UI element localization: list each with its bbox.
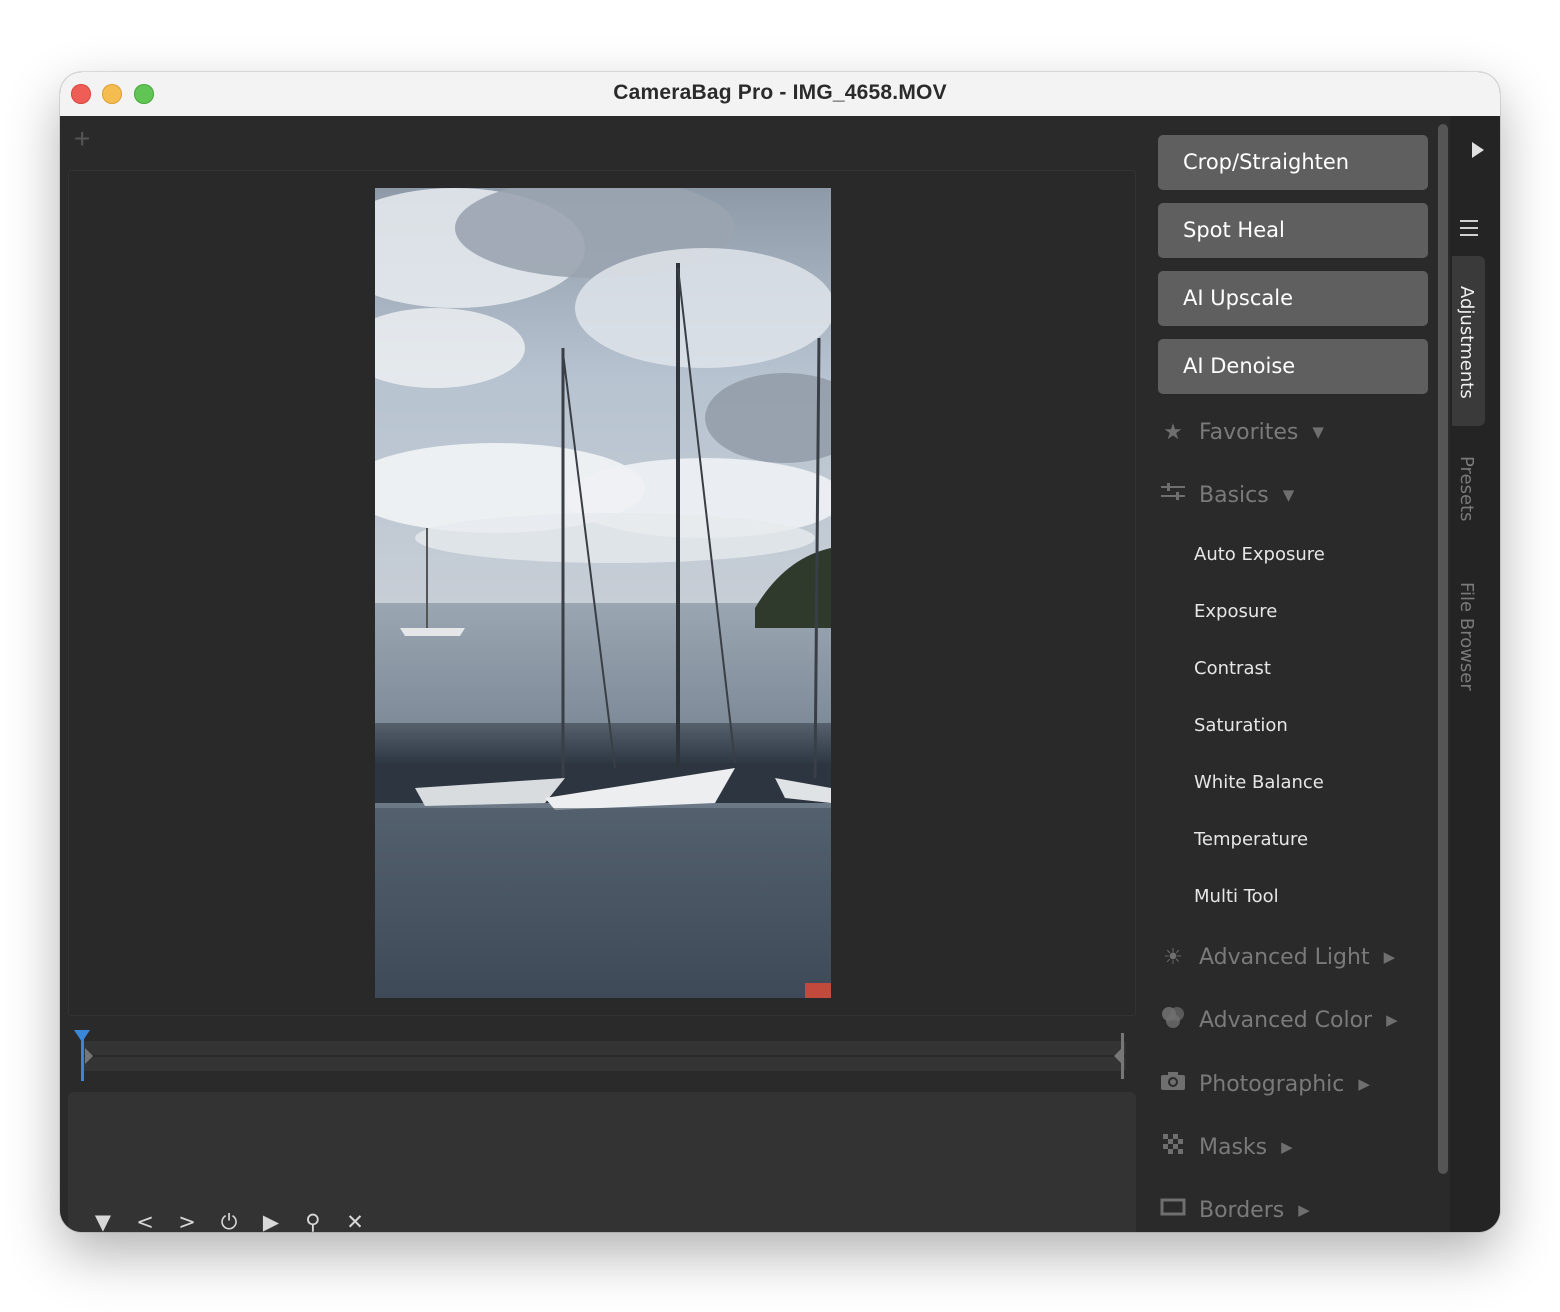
search-icon[interactable]: ⚲ bbox=[292, 1210, 334, 1232]
basics-item-white-balance[interactable]: White Balance bbox=[1194, 772, 1324, 793]
collapse-panel-arrow-icon[interactable] bbox=[1472, 142, 1484, 158]
basics-item-temperature[interactable]: Temperature bbox=[1194, 829, 1308, 850]
basics-item-auto-exposure[interactable]: Auto Exposure bbox=[1194, 544, 1325, 565]
close-icon[interactable]: ✕ bbox=[334, 1210, 376, 1232]
chevron-right-icon: ▶ bbox=[1281, 1138, 1293, 1156]
section-borders-label: Borders bbox=[1199, 1197, 1285, 1223]
section-borders[interactable]: Borders ▶ bbox=[1159, 1190, 1310, 1230]
star-icon: ★ bbox=[1163, 419, 1183, 445]
tab-adjustments-label[interactable]: Adjustments bbox=[1456, 286, 1477, 399]
title-bar: CameraBag Pro - IMG_4658.MOV bbox=[60, 72, 1500, 117]
section-photographic[interactable]: Photographic ▶ bbox=[1159, 1064, 1370, 1104]
play-icon[interactable]: ▶ bbox=[250, 1210, 292, 1232]
section-advanced-light-label: Advanced Light bbox=[1199, 944, 1370, 970]
basics-item-multi-tool[interactable]: Multi Tool bbox=[1194, 886, 1279, 907]
ai-upscale-button[interactable]: AI Upscale bbox=[1158, 271, 1428, 326]
video-frame-image bbox=[375, 188, 831, 998]
previous-icon[interactable]: < bbox=[124, 1210, 166, 1232]
timeline-divider bbox=[82, 1055, 1126, 1057]
basics-item-contrast[interactable]: Contrast bbox=[1194, 658, 1271, 679]
trim-end-arrow-icon bbox=[1114, 1048, 1122, 1064]
hamburger-menu-icon[interactable] bbox=[1460, 220, 1478, 241]
video-timeline[interactable] bbox=[68, 1030, 1136, 1081]
right-sidebar: Adjustments Presets File Browser bbox=[1450, 116, 1500, 1232]
section-basics[interactable]: Basics ▼ bbox=[1159, 475, 1294, 515]
section-masks[interactable]: Masks ▶ bbox=[1159, 1127, 1293, 1167]
tab-presets[interactable]: Presets bbox=[1456, 456, 1477, 522]
section-advanced-light[interactable]: ☀ Advanced Light ▶ bbox=[1159, 937, 1395, 977]
chevron-right-icon: ▶ bbox=[1298, 1201, 1310, 1219]
chevron-down-icon: ▼ bbox=[1282, 486, 1295, 504]
section-favorites-label: Favorites bbox=[1199, 419, 1299, 445]
plus-icon[interactable]: + bbox=[74, 122, 90, 156]
playhead-marker-icon[interactable] bbox=[74, 1030, 90, 1042]
trim-start-handle[interactable] bbox=[85, 1048, 93, 1064]
chevron-right-icon: ▶ bbox=[1358, 1075, 1370, 1093]
border-frame-icon bbox=[1159, 1197, 1187, 1223]
chevron-right-icon: ▶ bbox=[1386, 1011, 1398, 1029]
camera-icon bbox=[1159, 1070, 1187, 1098]
dropdown-triangle-icon[interactable]: ▼ bbox=[82, 1210, 124, 1232]
basics-item-saturation[interactable]: Saturation bbox=[1194, 715, 1288, 736]
sliders-icon bbox=[1159, 481, 1187, 509]
crop-straighten-button[interactable]: Crop/Straighten bbox=[1158, 135, 1428, 190]
section-advanced-color[interactable]: Advanced Color ▶ bbox=[1159, 1000, 1398, 1040]
adjustment-strip: ▼ < > ⏻ ▶ ⚲ ✕ bbox=[68, 1092, 1136, 1232]
section-basics-label: Basics bbox=[1199, 482, 1269, 508]
app-window: CameraBag Pro - IMG_4658.MOV + ▼ < > ⏻ ▶… bbox=[60, 72, 1500, 1232]
chevron-right-icon: ▶ bbox=[1383, 948, 1396, 966]
image-viewer[interactable] bbox=[68, 170, 1136, 1016]
chevron-down-icon: ▼ bbox=[1312, 423, 1324, 441]
main-content: + ▼ < > ⏻ ▶ ⚲ ✕ Crop/Straighten Spot Hea… bbox=[60, 116, 1500, 1232]
window-title: CameraBag Pro - IMG_4658.MOV bbox=[613, 81, 947, 104]
basics-item-exposure[interactable]: Exposure bbox=[1194, 601, 1277, 622]
sun-icon: ☀ bbox=[1163, 944, 1183, 970]
next-icon[interactable]: > bbox=[166, 1210, 208, 1232]
panel-scrollbar[interactable] bbox=[1438, 124, 1448, 1174]
spot-heal-button[interactable]: Spot Heal bbox=[1158, 203, 1428, 258]
color-circles-icon bbox=[1159, 1005, 1187, 1035]
checkerboard-icon bbox=[1159, 1132, 1187, 1162]
section-advanced-color-label: Advanced Color bbox=[1199, 1007, 1373, 1033]
section-masks-label: Masks bbox=[1199, 1134, 1268, 1160]
adjustments-panel: Crop/Straighten Spot Heal AI Upscale AI … bbox=[1147, 116, 1450, 1232]
tab-file-browser[interactable]: File Browser bbox=[1456, 582, 1477, 691]
power-icon[interactable]: ⏻ bbox=[208, 1210, 250, 1233]
section-photographic-label: Photographic bbox=[1199, 1071, 1345, 1097]
section-favorites[interactable]: ★ Favorites ▼ bbox=[1159, 412, 1324, 452]
playback-controls: ▼ < > ⏻ ▶ ⚲ ✕ bbox=[82, 1207, 376, 1233]
ai-denoise-button[interactable]: AI Denoise bbox=[1158, 339, 1428, 394]
